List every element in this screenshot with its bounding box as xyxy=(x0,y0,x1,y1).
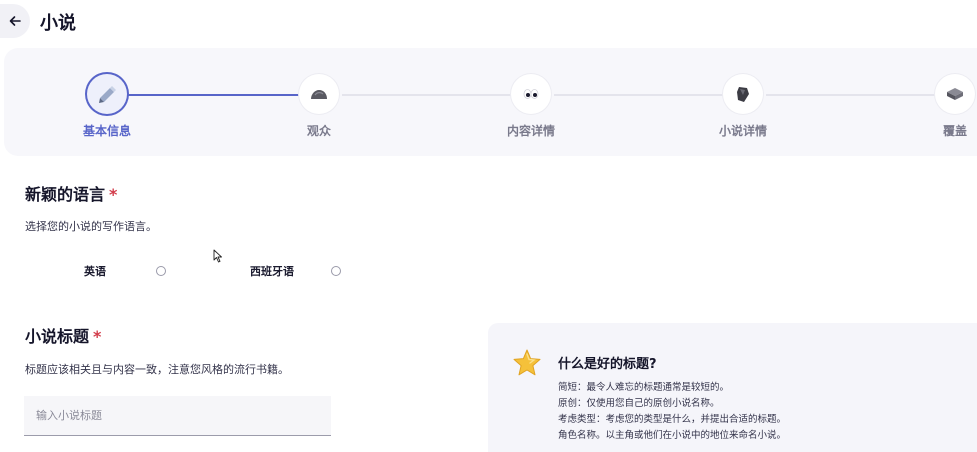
back-button[interactable] xyxy=(0,4,30,38)
step-circle xyxy=(511,74,551,114)
step-content-details[interactable]: 内容详情 xyxy=(471,74,591,139)
language-option-spanish[interactable]: 西班牙语 xyxy=(250,262,341,280)
mouse-cursor-icon xyxy=(213,249,222,263)
eyes-icon xyxy=(523,89,539,99)
step-audience[interactable]: 观众 xyxy=(259,74,379,139)
header: 小说 xyxy=(0,0,977,44)
radio-label: 英语 xyxy=(84,265,106,278)
step-label: 小说详情 xyxy=(718,124,767,138)
step-label: 内容详情 xyxy=(506,124,555,138)
pencil-icon xyxy=(99,86,116,103)
step-label: 覆盖 xyxy=(942,124,967,138)
tip-item: 简短：最令人难忘的标题通常是较短的。 xyxy=(558,382,730,393)
tip-item: 角色名称。以主角或他们在小说中的地位来命名小说。 xyxy=(558,430,787,441)
language-option-english[interactable]: 英语 xyxy=(84,262,166,280)
star-icon xyxy=(513,349,541,376)
step-novel-details[interactable]: 小说详情 xyxy=(683,74,803,139)
book-cover-icon xyxy=(947,88,963,100)
page-title: 小说 xyxy=(40,13,76,34)
novel-title-section-title: 小说标题 * xyxy=(25,323,101,347)
tip-title: 什么是好的标题? xyxy=(558,357,657,372)
step-circle xyxy=(935,74,975,114)
language-description: 选择您的小说的写作语言。 xyxy=(25,220,157,233)
novel-title-text: 小说标题 xyxy=(25,327,90,346)
spanish-radio[interactable] xyxy=(331,266,341,276)
novel-title-input[interactable] xyxy=(24,396,331,436)
step-circle xyxy=(87,74,127,114)
app-root: 小说 基本信息 观众 内容详情 小说详情 覆盖 新颖的语言 * 选择您的小说的写… xyxy=(0,0,977,452)
radio-label: 西班牙语 xyxy=(250,265,294,278)
arrow-left-icon xyxy=(9,16,21,26)
progress-stepper: 基本信息 观众 内容详情 小说详情 覆盖 xyxy=(4,48,977,156)
rock-icon xyxy=(737,87,749,102)
tip-item: 原创：仅使用您自己的原创小说名称。 xyxy=(558,398,720,409)
tip-item: 考虑类型：考虑您的类型是什么，并提出合适的标题。 xyxy=(558,414,787,425)
english-radio[interactable] xyxy=(156,266,166,276)
title-tip-card: 什么是好的标题? 简短：最令人难忘的标题通常是较短的。 原创：仅使用您自己的原创… xyxy=(488,323,977,452)
required-marker: * xyxy=(109,185,118,204)
step-cover[interactable]: 覆盖 xyxy=(895,74,977,139)
step-label: 基本信息 xyxy=(82,124,131,138)
tip-list: 简短：最令人难忘的标题通常是较短的。 原创：仅使用您自己的原创小说名称。 考虑类… xyxy=(558,380,786,444)
step-label: 观众 xyxy=(306,124,331,138)
step-basic-info[interactable]: 基本信息 xyxy=(47,74,167,139)
stone-icon xyxy=(311,90,327,99)
step-circle xyxy=(723,74,763,114)
step-circle xyxy=(299,74,339,114)
language-title-text: 新颖的语言 xyxy=(25,185,106,204)
novel-title-description: 标题应该相关且与内容一致，注意您风格的流行书籍。 xyxy=(25,363,289,376)
required-marker: * xyxy=(93,327,102,346)
language-section-title: 新颖的语言 * xyxy=(25,181,117,205)
